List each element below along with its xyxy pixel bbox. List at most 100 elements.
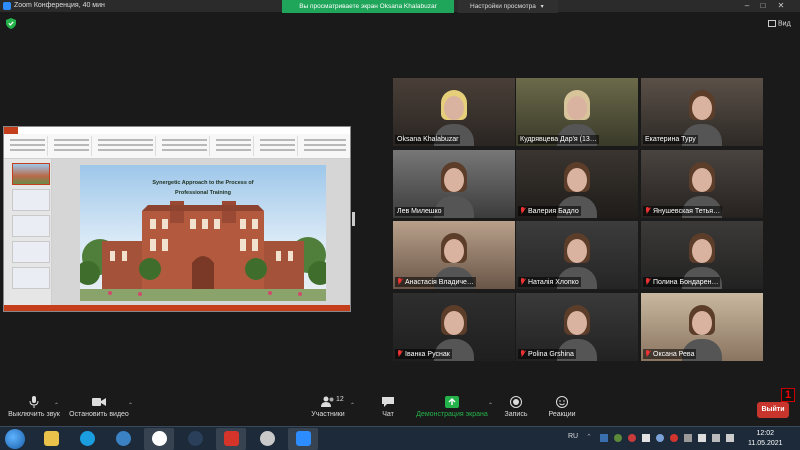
ppt-file-tab — [4, 127, 18, 134]
participant-name: Лев Милешко — [395, 207, 444, 216]
taskbar-app-skype[interactable] — [72, 428, 102, 450]
ppt-ribbon-tabs — [4, 127, 350, 134]
folder-icon — [44, 431, 59, 446]
participant-name: Валерия Бадло — [518, 206, 581, 216]
participants-icon — [321, 396, 334, 407]
participant-video-tile[interactable]: Янушевская Тетья… — [641, 150, 763, 218]
participant-face — [444, 311, 464, 335]
maximize-button[interactable]: □ — [758, 1, 768, 11]
participant-name: Анастасія Владиче… — [395, 277, 476, 287]
notification-badge: 1 — [781, 388, 795, 402]
taskbar-app-yandex[interactable] — [144, 428, 174, 450]
language-indicator[interactable]: RU — [568, 433, 578, 440]
taskbar-app-paint[interactable] — [252, 428, 282, 450]
ribbon-group — [160, 136, 210, 156]
tray-app-icon[interactable] — [614, 434, 622, 442]
shield-icon[interactable] — [6, 18, 16, 29]
share-options-caret[interactable]: ⌃ — [488, 402, 493, 409]
participant-face — [692, 96, 712, 120]
participant-video-tile[interactable]: Полина Бондарен… — [641, 221, 763, 289]
tray-app-icon[interactable] — [628, 434, 636, 442]
participant-name-text: Анастасія Владиче… — [405, 279, 474, 286]
split-handle[interactable] — [352, 212, 355, 226]
tray-expand-icon[interactable]: ⌃ — [586, 433, 592, 441]
stop-video-button[interactable]: Остановить видео — [68, 396, 130, 418]
tray-app-icon[interactable] — [642, 434, 650, 442]
participant-name-text: Екатерина Туру — [645, 136, 696, 143]
view-options-dropdown[interactable]: Настройки просмотра ▾ — [458, 0, 558, 13]
network-icon[interactable] — [712, 434, 720, 442]
video-options-caret[interactable]: ⌃ — [128, 402, 133, 409]
record-icon — [510, 396, 522, 408]
participant-video-tile[interactable]: Лев Милешко — [393, 150, 515, 218]
taskbar-app-acrobat[interactable] — [216, 428, 246, 450]
slide-thumbnail[interactable] — [12, 163, 50, 185]
participants-options-caret[interactable]: ⌃ — [350, 402, 355, 409]
participant-name-text: Іванка Руснак — [405, 351, 450, 358]
volume-icon[interactable] — [726, 434, 734, 442]
steam-icon — [188, 431, 203, 446]
yandex-tray-icon[interactable] — [670, 434, 678, 442]
muted-microphone-icon — [397, 350, 403, 357]
ppt-status-bar — [4, 305, 350, 311]
participant-video-tile[interactable]: Анастасія Владиче… — [393, 221, 515, 289]
participant-name-text: Лев Милешко — [397, 208, 442, 215]
participant-video-tile[interactable]: Екатерина Туру — [641, 78, 763, 146]
taskbar-app-explorer[interactable] — [36, 428, 66, 450]
participant-video-tile[interactable]: Polina Grshina — [516, 293, 638, 361]
participant-video-tile[interactable]: Оксана Рева — [641, 293, 763, 361]
muted-microphone-icon — [645, 350, 651, 357]
clock-date: 11.05.2021 — [748, 440, 783, 447]
slide-thumbnail[interactable] — [12, 241, 50, 263]
participant-name: Янушевская Тетья… — [643, 206, 723, 216]
share-screen-button[interactable]: Демонстрация экрана — [412, 396, 492, 418]
slide-thumbnail[interactable] — [12, 189, 50, 211]
record-button[interactable]: Запись — [500, 396, 532, 418]
participant-face — [692, 239, 712, 263]
participant-face — [692, 311, 712, 335]
zoom-icon — [296, 431, 311, 446]
participant-name: Кудрявцева Дар'я (13… — [518, 135, 599, 144]
participant-face — [567, 168, 587, 192]
minimize-button[interactable]: – — [742, 1, 752, 11]
chat-button[interactable]: Чат — [374, 396, 402, 418]
participant-video-tile[interactable]: Кудрявцева Дар'я (13… — [516, 78, 638, 146]
slide-thumbnail[interactable] — [12, 215, 50, 237]
shared-screen[interactable]: Synergetic Approach to the Process of Pr… — [3, 126, 351, 312]
taskbar-app-steam[interactable] — [180, 428, 210, 450]
windows-start-icon[interactable] — [5, 429, 25, 449]
muted-microphone-icon — [520, 207, 526, 214]
participant-name-text: Валерия Бадло — [528, 208, 579, 215]
ribbon-group — [258, 136, 298, 156]
close-button[interactable]: ✕ — [776, 1, 786, 11]
slide-editor: Synergetic Approach to the Process of Pr… — [52, 159, 350, 307]
leave-button[interactable]: Выйти — [757, 402, 789, 418]
taskbar-clock[interactable]: 12:02 11.05.2021 — [748, 429, 783, 449]
taskbar-app-zoom[interactable] — [288, 428, 318, 450]
ppt-ribbon — [4, 127, 350, 159]
ribbon-group — [302, 136, 348, 156]
chat-icon — [382, 397, 394, 407]
share-screen-icon — [445, 396, 459, 408]
muted-microphone-icon — [645, 207, 651, 214]
participant-video-tile[interactable]: Oksana Khalabuzar — [393, 78, 515, 146]
participant-video-tile[interactable]: Наталія Хлопко — [516, 221, 638, 289]
muted-microphone-icon — [397, 278, 403, 285]
tray-app-icon[interactable] — [600, 434, 608, 442]
tray-app-icon[interactable] — [684, 434, 692, 442]
ribbon-group — [214, 136, 254, 156]
slide-thumbnail[interactable] — [12, 267, 50, 289]
audio-options-caret[interactable]: ⌃ — [54, 402, 59, 409]
participant-name-text: Полина Бондарен… — [653, 279, 719, 286]
flag-icon[interactable] — [698, 434, 706, 442]
participant-name-text: Кудрявцева Дар'я (13… — [520, 136, 597, 143]
tray-app-icon[interactable] — [656, 434, 664, 442]
view-button[interactable]: Вид — [768, 20, 791, 27]
participant-video-tile[interactable]: Валерия Бадло — [516, 150, 638, 218]
taskbar-app-browser[interactable] — [108, 428, 138, 450]
participant-name-text: Наталія Хлопко — [528, 279, 579, 286]
reactions-button[interactable]: Реакции — [544, 396, 580, 418]
ribbon-group — [8, 136, 48, 156]
participant-video-tile[interactable]: Іванка Руснак — [393, 293, 515, 361]
participant-face — [567, 311, 587, 335]
